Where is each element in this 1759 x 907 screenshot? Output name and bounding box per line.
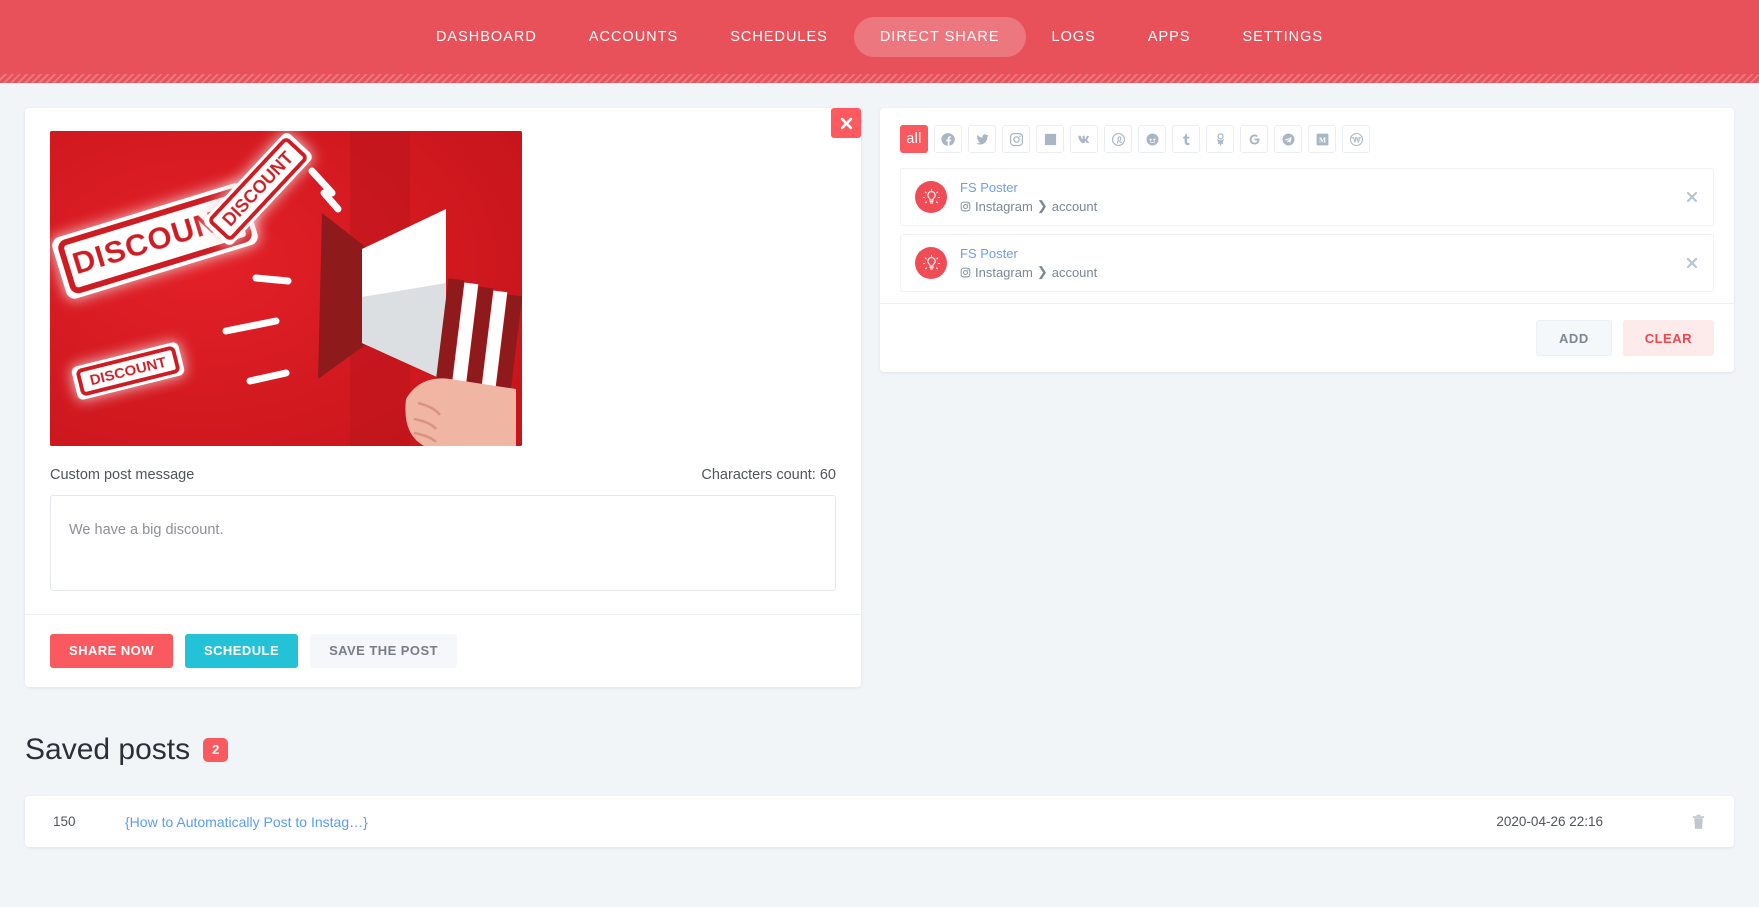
- facebook-icon: [940, 132, 955, 146]
- twitter-icon: [975, 133, 989, 144]
- accounts-actions: ADD CLEAR: [880, 303, 1734, 372]
- close-icon: [840, 117, 852, 129]
- account-name[interactable]: FS Poster: [960, 246, 1097, 261]
- network-chip-reddit[interactable]: [1138, 125, 1166, 153]
- remove-account-button[interactable]: [1686, 191, 1698, 203]
- account-meta: Instagram ❯ account: [960, 198, 1097, 214]
- account-info: FS Poster Instagram ❯ account: [960, 180, 1097, 214]
- network-chip-odnoklassniki[interactable]: [1206, 125, 1234, 153]
- wordpress-icon: [1349, 132, 1363, 146]
- google-icon: [1249, 134, 1259, 145]
- saved-posts-table: 150 {How to Automatically Post to Instag…: [25, 796, 1734, 847]
- nav-item-dashboard[interactable]: DASHBOARD: [410, 17, 563, 57]
- message-header: Custom post message Characters count: 60: [50, 467, 836, 483]
- network-chip-linkedin[interactable]: [1036, 125, 1064, 153]
- delete-saved-post-button[interactable]: [1691, 813, 1706, 830]
- post-media: DISCOUNT DISCOUNT DISCOUNT: [50, 131, 836, 446]
- nav-item-settings[interactable]: SETTINGS: [1217, 17, 1350, 57]
- message-label: Custom post message: [50, 467, 195, 483]
- instagram-icon: [960, 201, 971, 211]
- compose-column: DISCOUNT DISCOUNT DISCOUNT Custom post m…: [25, 108, 861, 687]
- save-the-post-button[interactable]: SAVE THE POST: [310, 634, 457, 668]
- saved-posts-header: Saved posts 2: [25, 733, 1734, 767]
- lightbulb-avatar-icon: [922, 254, 940, 270]
- account-type: account: [1051, 264, 1098, 280]
- vk-icon: [1077, 135, 1089, 143]
- tumblr-icon: [1182, 133, 1189, 145]
- nav-item-accounts[interactable]: ACCOUNTS: [563, 17, 704, 57]
- telegram-icon: [1282, 133, 1294, 145]
- compose-card: DISCOUNT DISCOUNT DISCOUNT Custom post m…: [25, 108, 861, 687]
- accounts-card: all M FS Poster Instagram ❯ account FS P…: [880, 108, 1734, 372]
- network-chip-google[interactable]: [1240, 125, 1268, 153]
- network-chip-telegram[interactable]: [1274, 125, 1302, 153]
- network-chip-all[interactable]: all: [900, 125, 928, 153]
- nav-item-apps[interactable]: APPS: [1122, 17, 1217, 57]
- clear-accounts-button[interactable]: CLEAR: [1622, 320, 1714, 356]
- saved-post-title-link[interactable]: {How to Automatically Post to Instag…}: [125, 814, 1466, 830]
- page-body: DISCOUNT DISCOUNT DISCOUNT Custom post m…: [0, 83, 1759, 907]
- account-row[interactable]: FS Poster Instagram ❯ account: [900, 168, 1714, 226]
- custom-post-message-input[interactable]: [50, 495, 836, 591]
- account-info: FS Poster Instagram ❯ account: [960, 246, 1097, 280]
- pinterest-icon: [1111, 132, 1125, 146]
- account-separator: ❯: [1036, 264, 1048, 279]
- app-header: DASHBOARD ACCOUNTS SCHEDULES DIRECT SHAR…: [0, 0, 1759, 83]
- network-chip-medium[interactable]: M: [1308, 125, 1336, 153]
- instagram-icon: [960, 267, 971, 277]
- account-type: account: [1051, 198, 1098, 214]
- network-filter-bar: all M: [880, 108, 1734, 168]
- network-chip-facebook[interactable]: [934, 125, 962, 153]
- avatar: [915, 181, 947, 213]
- saved-posts-count-badge: 2: [203, 738, 229, 762]
- reddit-icon: [1146, 133, 1158, 145]
- page-title: Saved posts: [25, 733, 191, 766]
- account-network: Instagram: [975, 264, 1033, 280]
- account-meta: Instagram ❯ account: [960, 264, 1097, 280]
- network-chip-pinterest[interactable]: [1104, 125, 1132, 153]
- main-navigation: DASHBOARD ACCOUNTS SCHEDULES DIRECT SHAR…: [0, 0, 1759, 74]
- schedule-button[interactable]: SCHEDULE: [184, 634, 299, 668]
- instagram-icon: [1009, 132, 1023, 146]
- svg-text:M: M: [1318, 135, 1325, 144]
- characters-count: Characters count: 60: [701, 467, 836, 483]
- selected-accounts-list: FS Poster Instagram ❯ account FS Poster …: [880, 168, 1734, 292]
- accounts-column: all M FS Poster Instagram ❯ account FS P…: [880, 108, 1734, 372]
- network-chip-tumblr[interactable]: [1172, 125, 1200, 153]
- medium-icon: M: [1316, 133, 1328, 145]
- network-chip-instagram[interactable]: [1002, 125, 1030, 153]
- add-account-button[interactable]: ADD: [1536, 320, 1612, 356]
- close-icon: [1686, 257, 1698, 269]
- remove-account-button[interactable]: [1686, 257, 1698, 269]
- account-name[interactable]: FS Poster: [960, 180, 1097, 195]
- table-row[interactable]: 150 {How to Automatically Post to Instag…: [25, 796, 1734, 847]
- close-icon: [1686, 191, 1698, 203]
- share-now-button[interactable]: SHARE NOW: [50, 634, 173, 668]
- nav-item-schedules[interactable]: SCHEDULES: [704, 17, 854, 57]
- network-chip-twitter[interactable]: [968, 125, 996, 153]
- header-stripe-divider: [0, 74, 1759, 83]
- account-network: Instagram: [975, 198, 1033, 214]
- nav-item-logs[interactable]: LOGS: [1026, 17, 1122, 57]
- linkedin-icon: [1044, 133, 1056, 145]
- nav-item-direct-share[interactable]: DIRECT SHARE: [853, 17, 1026, 57]
- discount-megaphone-image[interactable]: DISCOUNT DISCOUNT DISCOUNT: [50, 131, 522, 446]
- lightbulb-avatar-icon: [922, 188, 940, 204]
- compose-body: DISCOUNT DISCOUNT DISCOUNT Custom post m…: [25, 108, 861, 614]
- saved-post-date: 2020-04-26 22:16: [1496, 814, 1603, 829]
- network-chip-wordpress[interactable]: [1342, 125, 1370, 153]
- compose-actions: SHARE NOW SCHEDULE SAVE THE POST: [25, 614, 861, 687]
- account-separator: ❯: [1036, 198, 1048, 213]
- trash-icon: [1692, 814, 1705, 829]
- account-row[interactable]: FS Poster Instagram ❯ account: [900, 234, 1714, 292]
- saved-post-id: 150: [53, 814, 76, 829]
- network-chip-vk[interactable]: [1070, 125, 1098, 153]
- avatar: [915, 247, 947, 279]
- odnoklassniki-icon: [1216, 132, 1224, 146]
